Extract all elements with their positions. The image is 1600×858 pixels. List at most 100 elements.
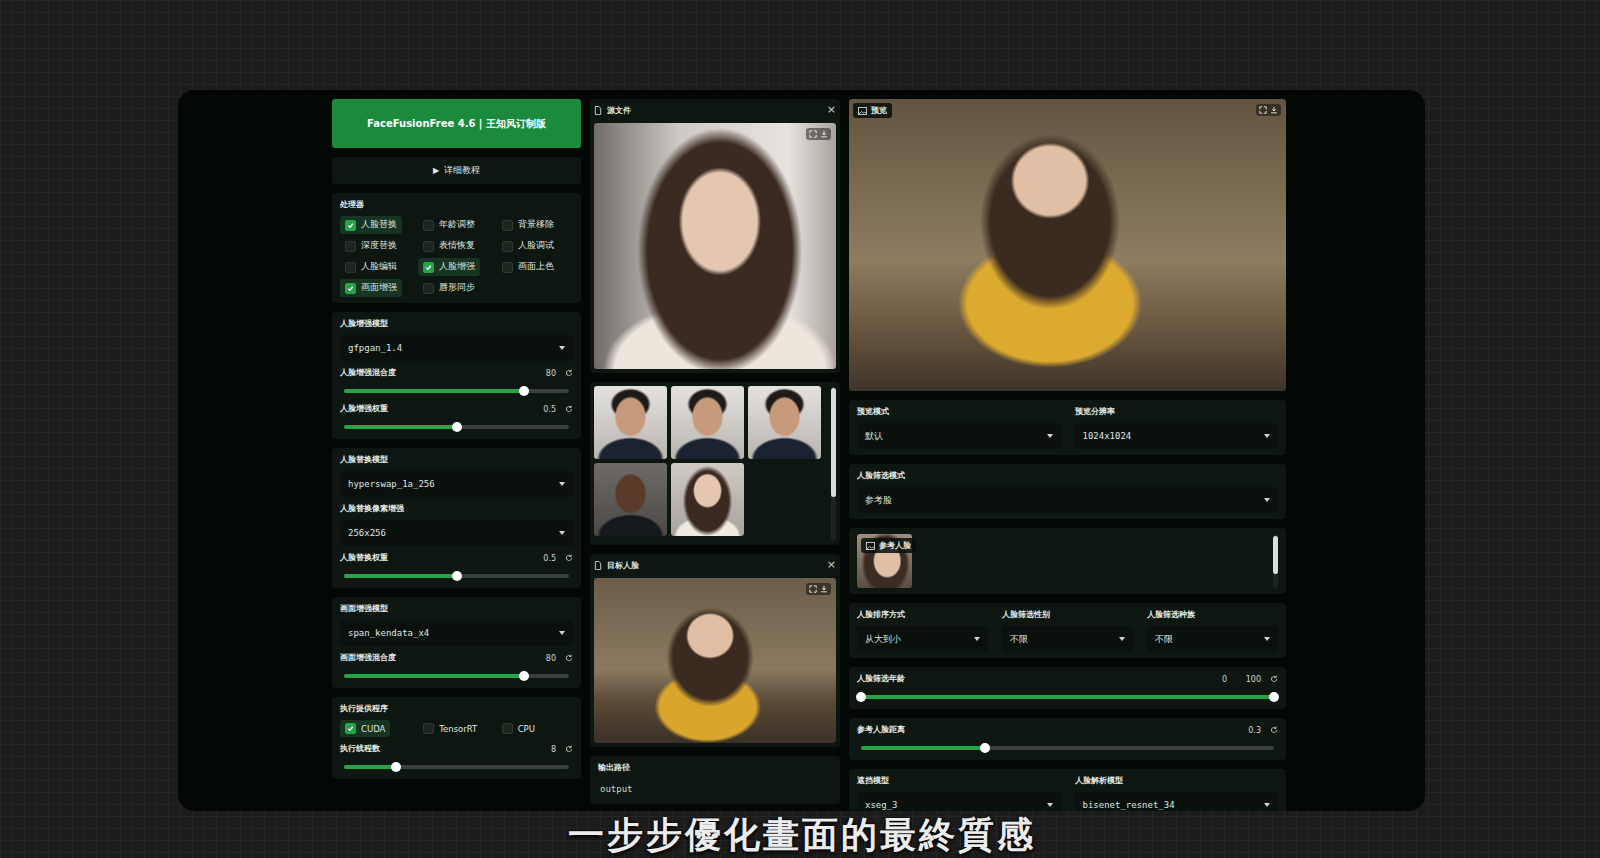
scrollbar-thumb[interactable] bbox=[831, 388, 836, 497]
face-thumbnail[interactable] bbox=[594, 463, 667, 536]
scrollbar[interactable] bbox=[1273, 534, 1278, 588]
slider-value[interactable]: 8 bbox=[531, 744, 559, 755]
fullscreen-icon[interactable] bbox=[809, 130, 817, 138]
checkbox[interactable] bbox=[423, 220, 434, 231]
reset-icon[interactable] bbox=[565, 369, 573, 377]
dropdown[interactable]: span_kendata_x4 bbox=[340, 620, 573, 646]
target-image[interactable] bbox=[594, 578, 836, 743]
dropdown[interactable]: 从大到小 bbox=[857, 626, 988, 652]
range-thumb-high[interactable] bbox=[1269, 692, 1279, 702]
slider-value[interactable]: 80 bbox=[531, 368, 559, 379]
face-thumbnail[interactable] bbox=[748, 386, 821, 459]
checkbox-option[interactable]: TensorRT bbox=[418, 720, 482, 737]
slider-track[interactable] bbox=[861, 746, 1274, 750]
checkbox[interactable] bbox=[345, 220, 356, 231]
reset-icon[interactable] bbox=[565, 654, 573, 662]
checkbox-label: 画面增强 bbox=[361, 282, 397, 294]
checkbox[interactable] bbox=[502, 220, 513, 231]
checkbox[interactable] bbox=[502, 262, 513, 273]
slider-thumb[interactable] bbox=[452, 571, 462, 581]
field-label: 人脸增强混合度 bbox=[340, 367, 396, 379]
reset-icon[interactable] bbox=[1270, 726, 1278, 734]
dropdown[interactable]: 256x256 bbox=[340, 520, 573, 546]
checkbox-option[interactable]: 人脸替换 bbox=[340, 216, 402, 234]
preview-column: 预览预览模式默认预览分辨率1024x1024人脸筛选模式参考脸参考人脸人脸排序方… bbox=[849, 99, 1286, 811]
checkbox-label: 表情恢复 bbox=[439, 240, 475, 252]
dropdown[interactable]: 不限 bbox=[1002, 626, 1133, 652]
checkbox-option[interactable]: 背景移除 bbox=[497, 216, 559, 234]
checkbox[interactable] bbox=[345, 283, 356, 294]
range-thumb-low[interactable] bbox=[856, 692, 866, 702]
slider-track[interactable] bbox=[344, 674, 569, 678]
slider-value[interactable]: 80 bbox=[531, 653, 559, 664]
checkbox[interactable] bbox=[345, 241, 356, 252]
checkbox[interactable] bbox=[345, 262, 356, 273]
fullscreen-icon[interactable] bbox=[1259, 106, 1267, 114]
slider-thumb[interactable] bbox=[391, 762, 401, 772]
checkbox-option[interactable]: 画面上色 bbox=[497, 258, 559, 276]
dropdown[interactable]: 1024x1024 bbox=[1075, 423, 1279, 449]
checkbox[interactable] bbox=[502, 241, 513, 252]
dropdown[interactable]: xseg_3 bbox=[857, 792, 1061, 811]
download-icon[interactable] bbox=[1270, 106, 1278, 114]
slider-value[interactable]: 0.5 bbox=[531, 553, 559, 564]
checkbox-option[interactable]: CPU bbox=[497, 720, 540, 737]
checkbox[interactable] bbox=[423, 262, 434, 273]
download-icon[interactable] bbox=[820, 585, 828, 593]
checkbox-option[interactable]: 唇形同步 bbox=[418, 279, 480, 297]
slider-thumb[interactable] bbox=[980, 743, 990, 753]
source-image[interactable] bbox=[594, 123, 836, 369]
slider-track[interactable] bbox=[344, 765, 569, 769]
checkbox[interactable] bbox=[502, 723, 513, 734]
reset-icon[interactable] bbox=[565, 745, 573, 753]
dropdown[interactable]: 参考脸 bbox=[857, 487, 1278, 513]
checkbox[interactable] bbox=[423, 723, 434, 734]
tutorial-toggle[interactable]: ▶详细教程 bbox=[332, 157, 581, 184]
dropdown[interactable]: bisenet_resnet_34 bbox=[1075, 792, 1279, 811]
checkbox-option[interactable]: CUDA bbox=[340, 720, 390, 737]
fullscreen-icon[interactable] bbox=[809, 585, 817, 593]
checkbox-option[interactable]: 画面增强 bbox=[340, 279, 402, 297]
checkbox-option[interactable]: 表情恢复 bbox=[418, 237, 480, 255]
group-label: 执行提供程序 bbox=[340, 703, 573, 715]
slider-thumb[interactable] bbox=[519, 671, 529, 681]
download-icon[interactable] bbox=[820, 130, 828, 138]
preview-image[interactable]: 预览 bbox=[849, 99, 1286, 391]
checkbox-option[interactable]: 年龄调整 bbox=[418, 216, 480, 234]
face-thumbnail[interactable] bbox=[671, 386, 744, 459]
slider-value[interactable]: 0.5 bbox=[531, 404, 559, 415]
face-thumbnail[interactable] bbox=[594, 386, 667, 459]
dropdown[interactable]: gfpgan_1.4 bbox=[340, 335, 573, 361]
close-button[interactable]: × bbox=[827, 104, 836, 116]
dropdown[interactable]: hyperswap_1a_256 bbox=[340, 471, 573, 497]
reset-icon[interactable] bbox=[565, 554, 573, 562]
reset-icon[interactable] bbox=[565, 405, 573, 413]
slider-track[interactable] bbox=[344, 425, 569, 429]
checkbox[interactable] bbox=[345, 723, 356, 734]
check-icon bbox=[425, 264, 432, 271]
slider-value[interactable]: 0.3 bbox=[1236, 725, 1264, 736]
checkbox-option[interactable]: 人脸增强 bbox=[418, 258, 480, 276]
check-icon bbox=[347, 285, 354, 292]
checkbox-option[interactable]: 人脸编辑 bbox=[340, 258, 402, 276]
slider-thumb[interactable] bbox=[519, 386, 529, 396]
scrollbar[interactable] bbox=[831, 386, 836, 541]
checkbox-option[interactable]: 深度替换 bbox=[340, 237, 402, 255]
slider-value-group: 0.5 bbox=[531, 553, 573, 564]
slider-thumb[interactable] bbox=[452, 422, 462, 432]
range-high[interactable]: 100 bbox=[1236, 674, 1264, 685]
scrollbar-thumb[interactable] bbox=[1273, 536, 1278, 574]
close-button[interactable]: × bbox=[827, 559, 836, 571]
slider-track[interactable] bbox=[344, 574, 569, 578]
dropdown[interactable]: 不限 bbox=[1147, 626, 1278, 652]
slider-track[interactable] bbox=[861, 695, 1274, 699]
range-low[interactable]: 0 bbox=[1202, 674, 1230, 685]
reset-icon[interactable] bbox=[1270, 675, 1278, 683]
dropdown[interactable]: 默认 bbox=[857, 423, 1061, 449]
checkbox[interactable] bbox=[423, 283, 434, 294]
face-thumbnail[interactable] bbox=[671, 463, 744, 536]
slider-track[interactable] bbox=[344, 389, 569, 393]
output-path-input[interactable]: output bbox=[598, 780, 832, 798]
checkbox-option[interactable]: 人脸调试 bbox=[497, 237, 559, 255]
checkbox[interactable] bbox=[423, 241, 434, 252]
